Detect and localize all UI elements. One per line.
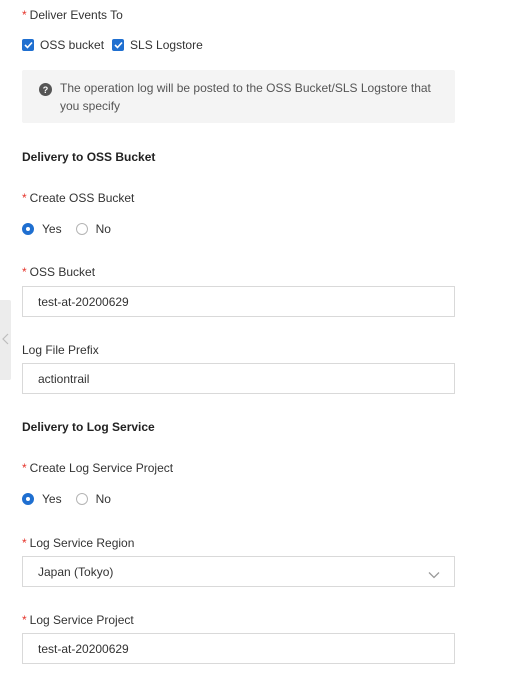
- log-service-project-label: * Log Service Project: [22, 613, 134, 627]
- deliver-events-label-text: Deliver Events To: [29, 8, 123, 22]
- oss-bucket-input[interactable]: test-at-20200629: [22, 286, 455, 317]
- create-oss-no-radio[interactable]: No: [75, 222, 111, 236]
- chevron-down-icon: [428, 568, 440, 582]
- create-oss-bucket-label: * Create OSS Bucket: [22, 191, 134, 205]
- radio-unselected-icon: [75, 493, 88, 505]
- deliver-events-label: * Deliver Events To: [22, 8, 123, 22]
- log-service-project-input[interactable]: test-at-20200629: [22, 633, 455, 664]
- sls-logstore-checkbox[interactable]: SLS Logstore: [112, 38, 203, 52]
- trail-delivery-form: * Deliver Events To OSS bucket SLS Logsto…: [0, 0, 527, 690]
- required-mark: *: [22, 8, 27, 22]
- create-oss-yes-radio[interactable]: Yes: [22, 222, 62, 236]
- delivery-notice: ? The operation log will be posted to th…: [22, 70, 455, 123]
- create-oss-bucket-radio-group: Yes No: [22, 222, 111, 236]
- log-service-region-select[interactable]: Japan (Tokyo): [22, 556, 455, 587]
- create-log-project-radio-group: Yes No: [22, 492, 111, 506]
- create-oss-no-label: No: [95, 222, 111, 236]
- sls-section-title: Delivery to Log Service: [22, 420, 155, 434]
- log-file-prefix-label: Log File Prefix: [22, 343, 99, 357]
- log-service-project-input-value: test-at-20200629: [38, 641, 129, 656]
- log-service-region-label: * Log Service Region: [22, 536, 134, 550]
- chevron-left-icon: [2, 332, 9, 348]
- notice-text: The operation log will be posted to the …: [60, 79, 431, 115]
- log-service-region-label-text: Log Service Region: [29, 536, 135, 550]
- side-collapse-tab[interactable]: [0, 300, 11, 380]
- oss-bucket-label: * OSS Bucket: [22, 265, 95, 279]
- sls-logstore-checkbox-label: SLS Logstore: [130, 38, 203, 52]
- create-log-project-no-label: No: [95, 492, 111, 506]
- create-log-project-no-radio[interactable]: No: [75, 492, 111, 506]
- log-file-prefix-input[interactable]: actiontrail: [22, 363, 455, 394]
- required-mark: *: [22, 265, 27, 279]
- oss-section-title: Delivery to OSS Bucket: [22, 150, 156, 164]
- log-file-prefix-input-value: actiontrail: [38, 371, 90, 386]
- required-mark: *: [22, 613, 27, 627]
- log-service-project-label-text: Log Service Project: [29, 613, 134, 627]
- oss-bucket-checkbox[interactable]: OSS bucket: [22, 38, 104, 52]
- create-oss-bucket-label-text: Create OSS Bucket: [29, 191, 135, 205]
- notice-line-1: The operation log will be posted to the …: [60, 81, 431, 95]
- required-mark: *: [22, 461, 27, 475]
- oss-bucket-label-text: OSS Bucket: [29, 265, 96, 279]
- oss-bucket-checkbox-label: OSS bucket: [40, 38, 105, 52]
- oss-bucket-input-value: test-at-20200629: [38, 294, 129, 309]
- checkbox-checked-icon: [112, 39, 125, 51]
- create-log-project-yes-label: Yes: [42, 492, 62, 506]
- create-log-project-label-text: Create Log Service Project: [29, 461, 174, 475]
- required-mark: *: [22, 191, 27, 205]
- required-mark: *: [22, 536, 27, 550]
- checkbox-checked-icon: [22, 39, 34, 51]
- radio-selected-icon: [22, 493, 34, 505]
- radio-unselected-icon: [75, 223, 88, 235]
- create-log-project-yes-radio[interactable]: Yes: [22, 492, 62, 506]
- help-circle-icon: ?: [39, 83, 52, 96]
- create-oss-yes-label: Yes: [42, 222, 62, 236]
- radio-selected-icon: [22, 223, 34, 235]
- notice-line-2: you specify: [60, 99, 121, 113]
- create-log-project-label: * Create Log Service Project: [22, 461, 173, 475]
- log-service-region-select-value: Japan (Tokyo): [38, 564, 114, 579]
- deliver-options: OSS bucket SLS Logstore: [22, 38, 203, 52]
